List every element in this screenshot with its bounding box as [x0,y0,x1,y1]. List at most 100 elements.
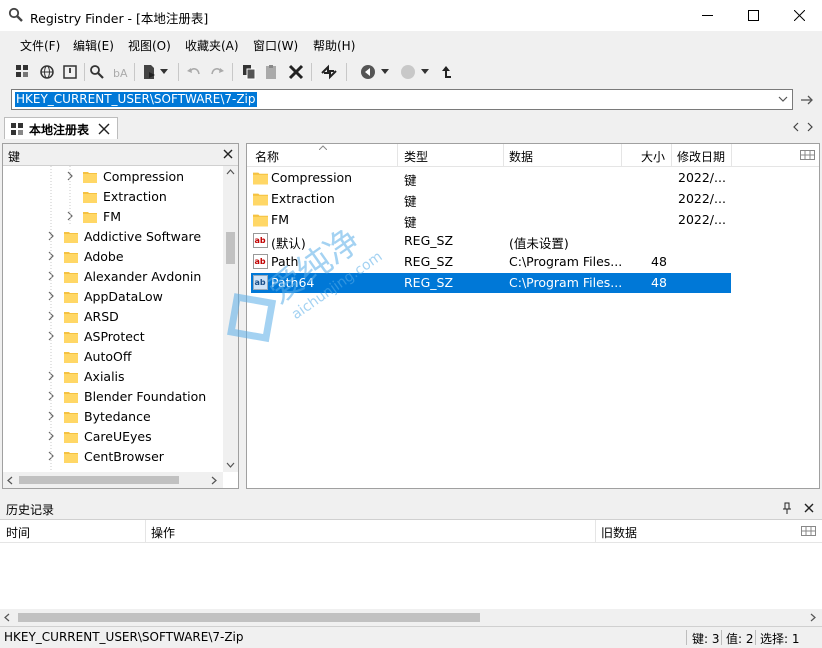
replace-button[interactable]: bA [109,61,131,83]
menu-help[interactable]: 帮助(H) [313,37,355,54]
disconnect-button[interactable] [59,61,81,83]
tree-vertical-scrollbar[interactable] [223,166,238,472]
minimize-icon [701,15,713,16]
tree-hscroll-thumb[interactable] [19,476,179,484]
toolbar-separator [84,63,85,81]
address-combobox[interactable]: HKEY_CURRENT_USER\SOFTWARE\7-Zip [11,89,793,110]
new-document-icon [144,65,155,79]
globe-icon [40,65,54,79]
cell-type: REG_SZ [404,233,454,248]
svg-text:ab: ab [255,236,266,245]
column-header-size[interactable]: 大小 [641,148,665,165]
scroll-down-icon[interactable] [226,462,235,468]
cell-size: 48 [651,254,667,269]
column-divider[interactable] [731,144,732,166]
column-header-name[interactable]: 名称 [255,148,279,165]
list-row[interactable]: Compression 键 2022/... [251,168,731,188]
scroll-right-icon[interactable] [211,476,217,485]
forward-circle-icon [401,65,415,79]
status-selected-count: 选择: 1 [760,632,800,646]
list-row-selected[interactable]: ab Path64 REG_SZ C:\Program Files... 48 [251,273,731,293]
tab-scroll-left-icon[interactable] [792,122,800,132]
menu-favorites[interactable]: 收藏夹(A) [185,37,239,54]
back-dropdown[interactable] [378,61,392,83]
tree-vscroll-thumb[interactable] [226,232,235,264]
find-button[interactable] [86,61,108,83]
column-header-type[interactable]: 类型 [404,148,428,165]
column-header-modified[interactable]: 修改日期 [677,148,725,165]
list-header: 名称 类型 数据 大小 修改日期 [247,144,819,167]
forward-button[interactable] [397,61,419,83]
history-panel-title: 历史记录 [0,497,822,519]
menu-view[interactable]: 视图(O) [128,37,171,54]
power-icon [63,65,77,79]
history-column-action[interactable]: 操作 [151,524,175,541]
tree-horizontal-scrollbar[interactable] [3,472,223,488]
history-hscroll-thumb[interactable] [18,613,480,622]
maximize-button[interactable] [730,0,776,31]
up-arrow-icon [442,66,451,78]
window-title: Registry Finder - [本地注册表] [30,11,209,26]
status-key-count: 键: 3 [692,632,720,646]
tab-local-registry[interactable]: 本地注册表 [4,117,118,139]
status-divider [721,630,722,645]
refresh-button[interactable] [318,61,340,83]
close-panel-icon[interactable] [804,503,814,513]
cell-type: REG_SZ [404,254,454,269]
close-button[interactable] [776,0,822,31]
list-row[interactable]: ab Path REG_SZ C:\Program Files... 48 [251,252,731,272]
column-chooser-icon[interactable] [800,150,815,160]
column-chooser-icon[interactable] [801,526,816,536]
string-value-icon: ab [253,275,268,290]
column-divider[interactable] [671,144,672,166]
undo-button[interactable] [183,61,205,83]
column-divider[interactable] [503,144,504,166]
registry-grid-button[interactable] [12,61,34,83]
toolbar: bA [0,57,822,87]
toolbar-separator [346,63,347,81]
copy-button[interactable] [238,61,260,83]
scroll-left-icon[interactable] [7,476,13,485]
up-level-button[interactable] [436,61,458,83]
close-tab-icon[interactable] [98,123,110,135]
new-dropdown[interactable] [157,61,171,83]
history-column-old-data[interactable]: 旧数据 [601,524,637,541]
status-divider [686,630,687,645]
forward-dropdown[interactable] [418,61,432,83]
scroll-right-icon[interactable] [810,613,816,622]
minimize-button[interactable] [684,0,730,31]
remote-registry-button[interactable] [36,61,58,83]
chevron-down-icon [421,69,429,74]
menu-window[interactable]: 窗口(W) [253,37,298,54]
tab-scroll-right-icon[interactable] [806,122,814,132]
paste-button[interactable] [261,61,283,83]
delete-button[interactable] [285,61,307,83]
menu-edit[interactable]: 编辑(E) [73,37,114,54]
list-row[interactable]: ab (默认) REG_SZ (值未设置) [251,231,731,251]
tree-guide-lines [50,166,71,472]
column-header-data[interactable]: 数据 [509,148,533,165]
menu-file[interactable]: 文件(F) [20,37,60,54]
address-input[interactable]: HKEY_CURRENT_USER\SOFTWARE\7-Zip [15,92,257,107]
chevron-down-icon[interactable] [777,93,789,105]
scroll-left-icon[interactable] [4,613,10,622]
column-divider[interactable] [145,520,146,542]
go-arrow-icon[interactable] [798,91,816,109]
chevron-down-icon [381,69,389,74]
scroll-up-icon[interactable] [226,169,235,175]
list-row[interactable]: FM 键 2022/... [251,210,731,230]
redo-button[interactable] [206,61,228,83]
column-divider[interactable] [397,144,398,166]
column-divider[interactable] [621,144,622,166]
list-row[interactable]: Extraction 键 2022/... [251,189,731,209]
copy-icon [243,65,256,80]
history-column-time[interactable]: 时间 [6,524,30,541]
back-button[interactable] [357,61,379,83]
registry-grid-icon [16,65,28,77]
title-bar: Registry Finder - [本地注册表] [0,0,822,31]
close-panel-icon[interactable] [223,149,233,159]
history-horizontal-scrollbar[interactable] [0,609,822,626]
column-divider[interactable] [595,520,596,542]
close-icon [793,10,805,21]
pin-icon[interactable] [782,502,792,514]
